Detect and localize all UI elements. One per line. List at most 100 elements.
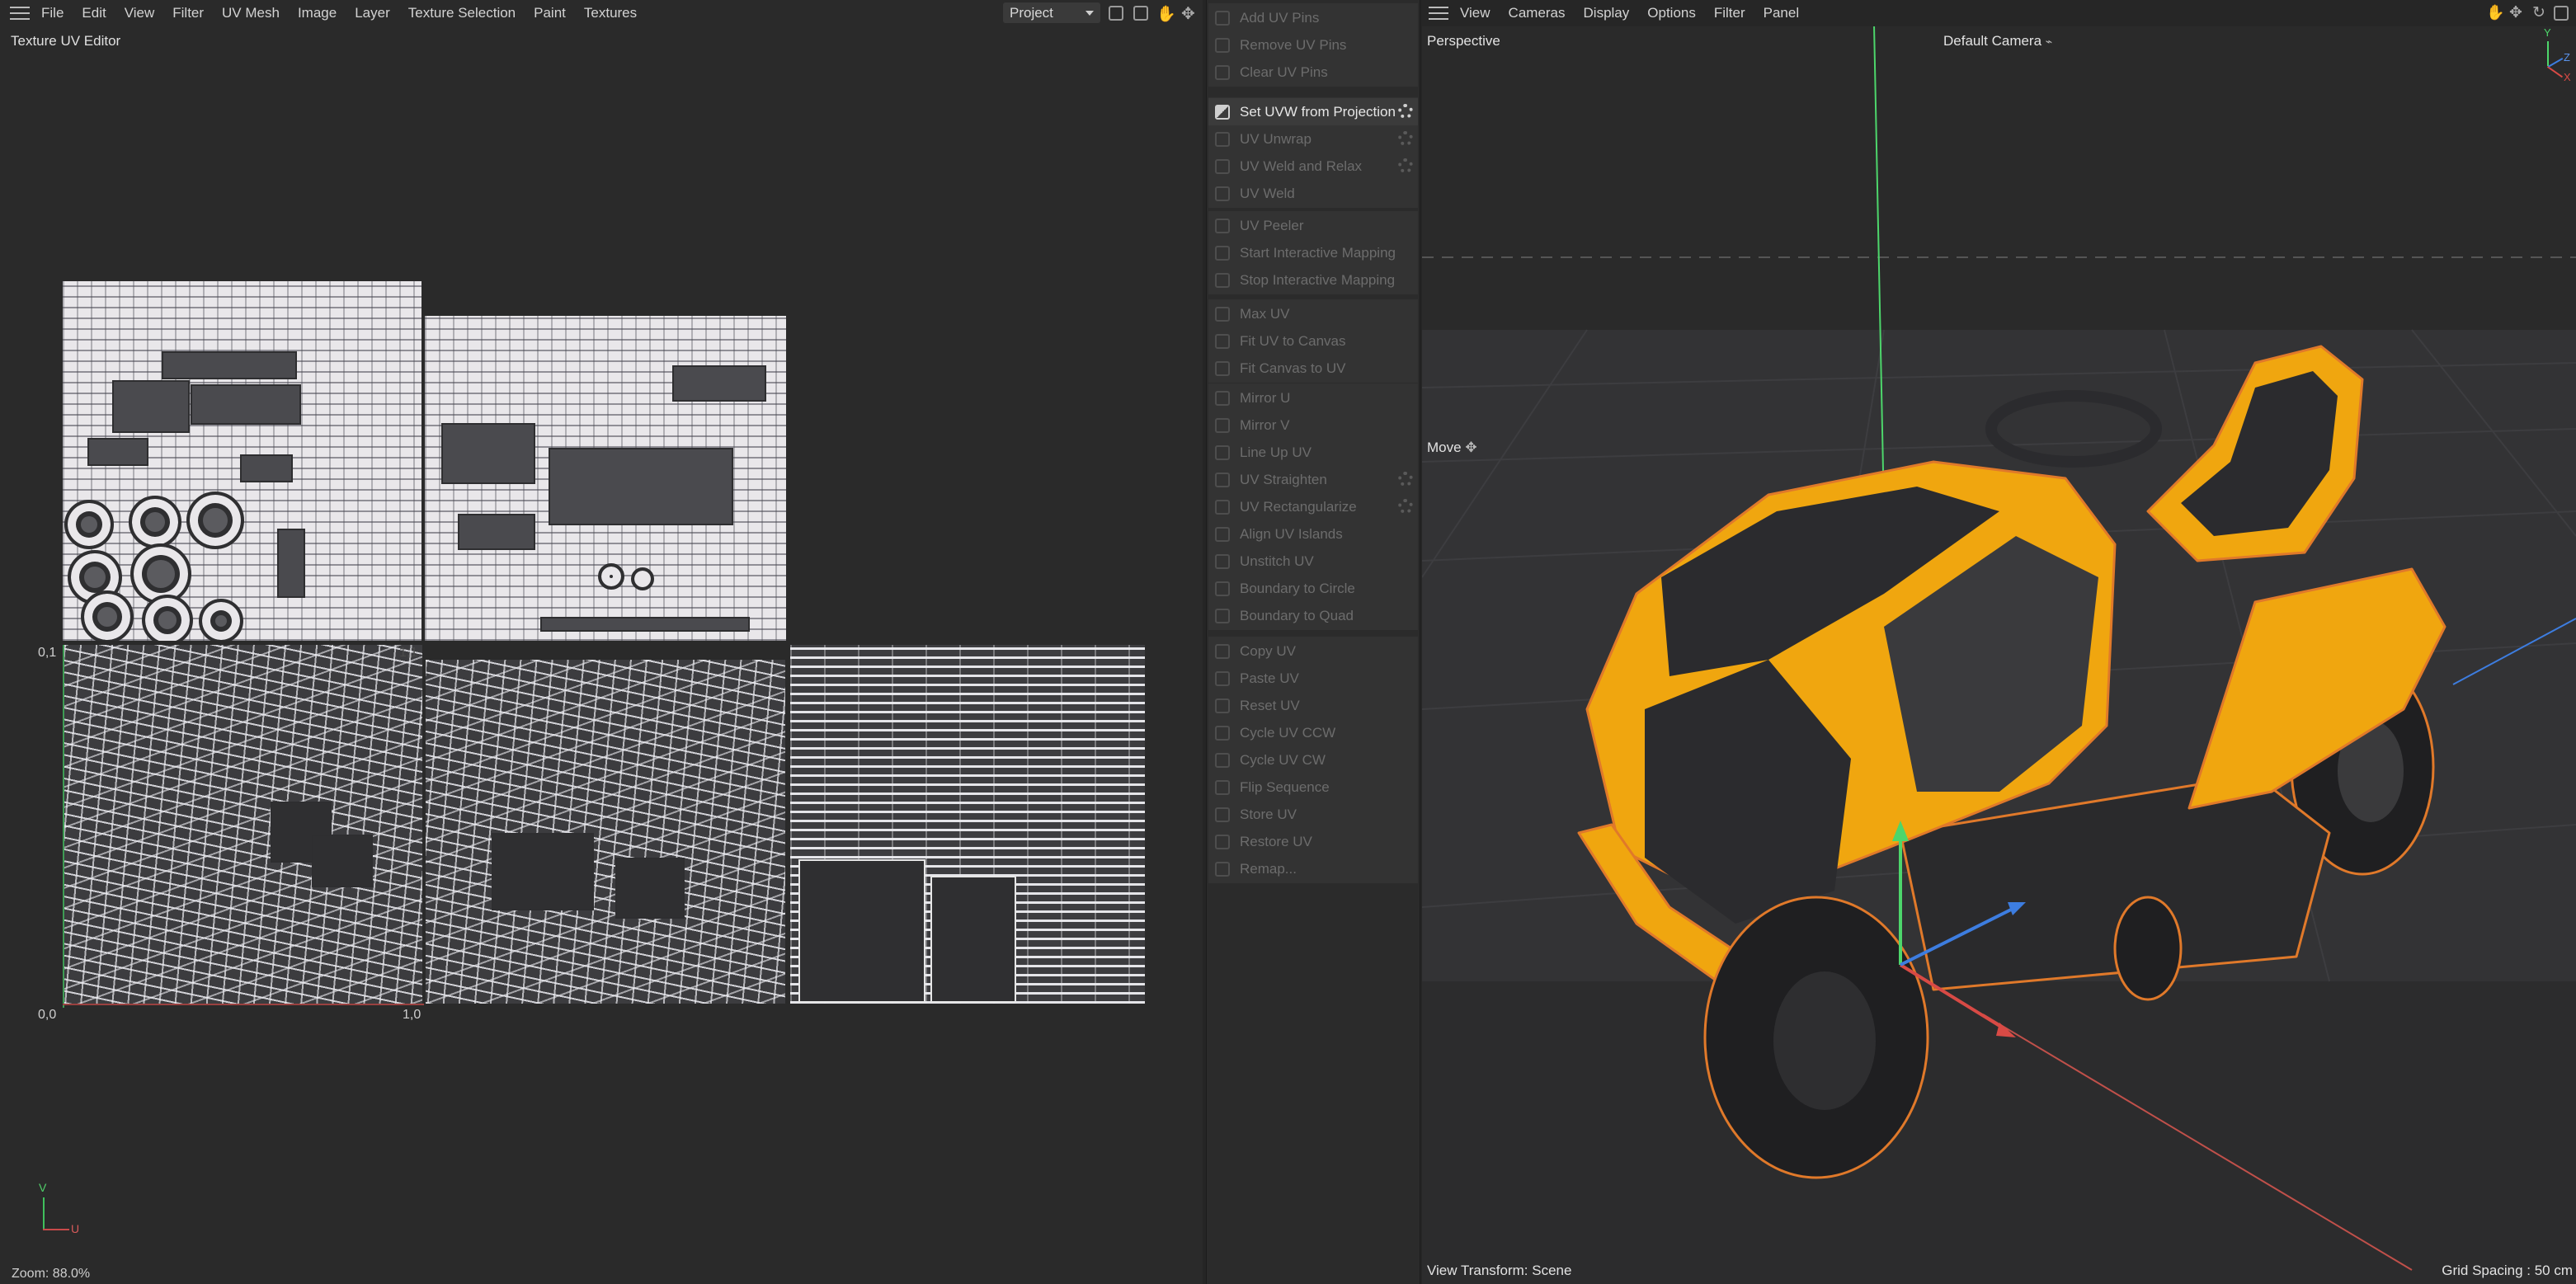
command-label: Remap... [1240, 860, 1297, 877]
viewport-hand-icon[interactable]: ✋ [2486, 4, 2504, 21]
command-group: UV Peeler Start Interactive Mapping Stop I… [1208, 211, 1418, 294]
viewport-move-icon[interactable]: ✥ [2509, 3, 2522, 22]
uv-axis-gizmo: V U [39, 1181, 91, 1235]
histogram-icon[interactable] [1109, 6, 1123, 21]
menu-view[interactable]: View [125, 5, 155, 21]
menu-texture-selection[interactable]: Texture Selection [408, 5, 516, 21]
project-dropdown[interactable]: Project [1003, 2, 1100, 23]
command-add-uv-pins[interactable]: Add UV Pins [1208, 4, 1418, 31]
mirror-v-icon [1215, 417, 1230, 433]
command-remap[interactable]: Remap... [1208, 855, 1418, 882]
uv-tile-top-left [63, 281, 421, 641]
command-group: Mirror U Mirror V Line Up UV UV Straighten U… [1208, 383, 1418, 630]
viewport-menu-panel[interactable]: Panel [1764, 5, 1799, 21]
hamburger-menu-icon[interactable] [10, 7, 30, 20]
gear-icon[interactable] [1398, 131, 1413, 146]
command-uv-straighten[interactable]: UV Straighten [1208, 466, 1418, 493]
menu-file[interactable]: File [41, 5, 64, 21]
hand-pan-icon[interactable]: ✋ [1156, 4, 1176, 24]
u-axis-line [63, 1004, 424, 1005]
command-group: Max UV Fit UV to Canvas Fit Canvas to UV [1208, 299, 1418, 383]
command-label: UV Weld [1240, 185, 1295, 201]
view-transform-label: View Transform: Scene [1427, 1263, 1572, 1278]
command-label: Cycle UV CCW [1240, 724, 1336, 741]
command-store-uv[interactable]: Store UV [1208, 801, 1418, 828]
menu-filter[interactable]: Filter [172, 5, 204, 21]
viewport-menu-display[interactable]: Display [1584, 5, 1630, 21]
gear-icon[interactable] [1398, 104, 1413, 119]
clear-uv-pins-icon [1215, 64, 1230, 80]
viewport-hamburger-icon[interactable] [1429, 7, 1448, 20]
gear-icon[interactable] [1398, 158, 1413, 173]
viewport-rotate-icon[interactable]: ↻ [2532, 3, 2545, 22]
viewport-menu-view[interactable]: View [1460, 5, 1491, 21]
camera-link-icon: ⌁ [2045, 35, 2053, 48]
uv-rectangularize-icon [1215, 499, 1230, 515]
menu-layer[interactable]: Layer [355, 5, 390, 21]
command-reset-uv[interactable]: Reset UV [1208, 692, 1418, 719]
command-paste-uv[interactable]: Paste UV [1208, 665, 1418, 692]
command-stop-interactive-mapping[interactable]: Stop Interactive Mapping [1208, 266, 1418, 294]
viewport-scene [1422, 0, 2576, 1284]
uv-label-top-right-corner: 1,1 [399, 646, 418, 660]
uv-tile-top-middle [425, 316, 786, 641]
move-view-icon[interactable]: ✥ [1181, 3, 1195, 24]
command-boundary-to-circle[interactable]: Boundary to Circle [1208, 575, 1418, 602]
command-start-interactive-mapping[interactable]: Start Interactive Mapping [1208, 239, 1418, 266]
gizmo-z-label: Z [2564, 51, 2570, 63]
command-line-up-uv[interactable]: Line Up UV [1208, 439, 1418, 466]
command-label: Fit UV to Canvas [1240, 332, 1346, 349]
command-copy-uv[interactable]: Copy UV [1208, 637, 1418, 665]
command-fit-uv-to-canvas[interactable]: Fit UV to Canvas [1208, 327, 1418, 355]
command-uv-weld-and-relax[interactable]: UV Weld and Relax [1208, 153, 1418, 180]
command-boundary-to-quad[interactable]: Boundary to Quad [1208, 602, 1418, 629]
move-tool-icon: ✥ [1465, 440, 1477, 455]
command-label: Mirror U [1240, 389, 1291, 406]
command-unstitch-uv[interactable]: Unstitch UV [1208, 548, 1418, 575]
command-clear-uv-pins[interactable]: Clear UV Pins [1208, 59, 1418, 86]
command-restore-uv[interactable]: Restore UV [1208, 828, 1418, 855]
uv-tile-bottom-left [64, 645, 422, 1004]
command-uv-rectangularize[interactable]: UV Rectangularize [1208, 493, 1418, 520]
boundary-to-quad-icon [1215, 608, 1230, 623]
viewport-menu-options[interactable]: Options [1647, 5, 1696, 21]
command-mirror-u[interactable]: Mirror U [1208, 384, 1418, 412]
command-max-uv[interactable]: Max UV [1208, 300, 1418, 327]
menu-paint[interactable]: Paint [534, 5, 566, 21]
command-cycle-uv-cw[interactable]: Cycle UV CW [1208, 746, 1418, 774]
viewport-maximize-icon[interactable] [2554, 6, 2569, 21]
zoom-readout: Zoom: 88.0% [12, 1267, 91, 1281]
max-uv-icon [1215, 306, 1230, 322]
menu-uv-mesh[interactable]: UV Mesh [222, 5, 280, 21]
command-label: Mirror V [1240, 416, 1290, 433]
command-cycle-uv-ccw[interactable]: Cycle UV CCW [1208, 719, 1418, 746]
gear-icon[interactable] [1398, 499, 1413, 514]
uv-canvas[interactable]: 0,1 1,1 0,0 1,0 V U [0, 49, 1203, 1262]
command-set-uvw-from-projection[interactable]: Set UVW from Projection [1208, 98, 1418, 125]
command-fit-canvas-to-uv[interactable]: Fit Canvas to UV [1208, 355, 1418, 382]
menu-textures[interactable]: Textures [584, 5, 637, 21]
viewport-menu-filter[interactable]: Filter [1714, 5, 1745, 21]
command-uv-weld[interactable]: UV Weld [1208, 180, 1418, 207]
command-label: Cycle UV CW [1240, 751, 1326, 768]
orientation-gizmo: Y Z X [2536, 26, 2572, 84]
command-label: Flip Sequence [1240, 778, 1330, 795]
projection-label[interactable]: Perspective [1427, 33, 1500, 49]
menu-image[interactable]: Image [298, 5, 337, 21]
menu-edit[interactable]: Edit [82, 5, 106, 21]
command-uv-peeler[interactable]: UV Peeler [1208, 212, 1418, 239]
command-mirror-v[interactable]: Mirror V [1208, 412, 1418, 439]
gear-icon[interactable] [1398, 472, 1413, 487]
command-align-uv-islands[interactable]: Align UV Islands [1208, 520, 1418, 548]
command-remove-uv-pins[interactable]: Remove UV Pins [1208, 31, 1418, 59]
command-flip-sequence[interactable]: Flip Sequence [1208, 774, 1418, 801]
lock-icon[interactable] [1133, 6, 1148, 21]
perspective-viewport[interactable]: View Cameras Display Options Filter Pane… [1422, 0, 2576, 1284]
mirror-u-icon [1215, 390, 1230, 406]
command-label: Boundary to Quad [1240, 607, 1354, 623]
viewport-menu-cameras[interactable]: Cameras [1509, 5, 1566, 21]
camera-label[interactable]: Default Camera ⌁ [1943, 33, 2052, 49]
command-label: UV Weld and Relax [1240, 158, 1363, 174]
gizmo-y-label: Y [2544, 26, 2551, 39]
command-uv-unwrap[interactable]: UV Unwrap [1208, 125, 1418, 153]
